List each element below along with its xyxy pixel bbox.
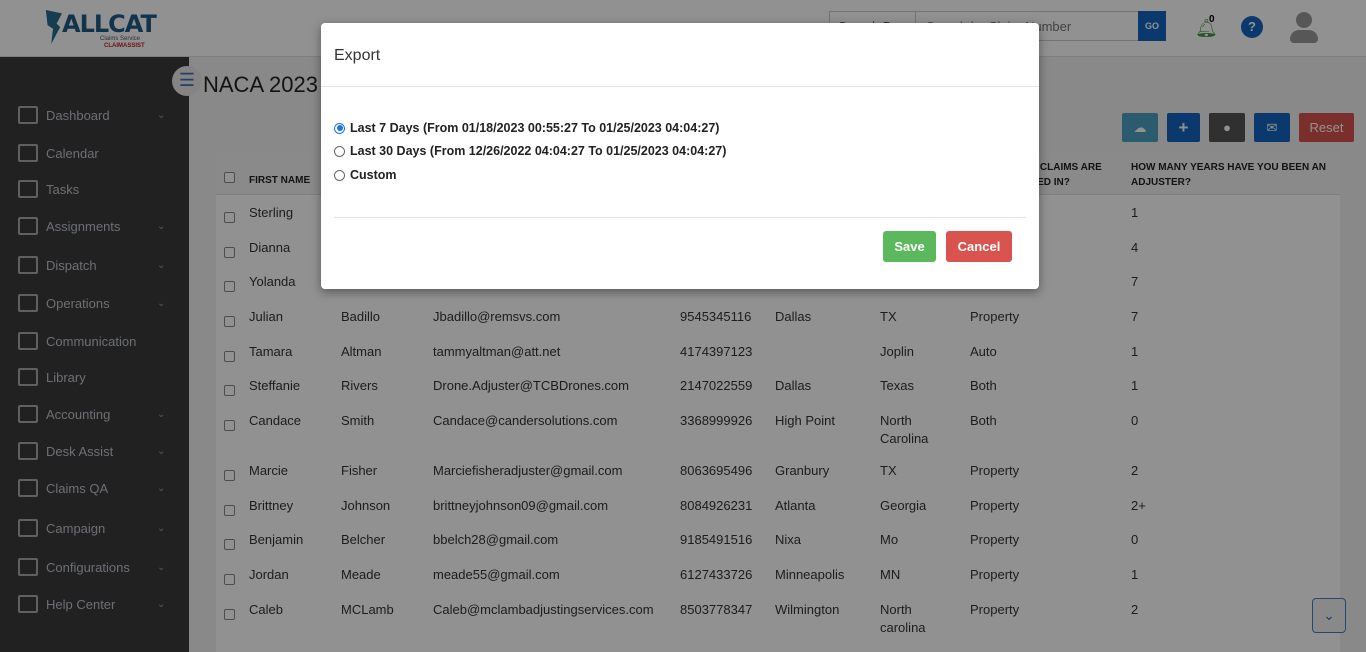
radio-button[interactable] bbox=[334, 169, 345, 181]
export-modal: Export Last 7 Days (From 01/18/2023 00:5… bbox=[321, 23, 1039, 289]
cancel-button[interactable]: Cancel bbox=[946, 231, 1012, 262]
export-option-0[interactable]: Last 7 Days (From 01/18/2023 00:55:27 To… bbox=[334, 121, 719, 135]
modal-title: Export bbox=[321, 23, 1039, 87]
modal-divider bbox=[334, 217, 1026, 218]
option-label: Last 30 Days (From 12/26/2022 04:04:27 T… bbox=[350, 144, 727, 158]
option-label: Last 7 Days (From 01/18/2023 00:55:27 To… bbox=[350, 121, 720, 135]
radio-button[interactable] bbox=[334, 122, 345, 134]
radio-button[interactable] bbox=[334, 145, 345, 157]
option-label: Custom bbox=[350, 168, 397, 182]
export-option-2[interactable]: Custom bbox=[334, 168, 397, 182]
save-button[interactable]: Save bbox=[883, 231, 936, 262]
export-option-1[interactable]: Last 30 Days (From 12/26/2022 04:04:27 T… bbox=[334, 144, 726, 158]
